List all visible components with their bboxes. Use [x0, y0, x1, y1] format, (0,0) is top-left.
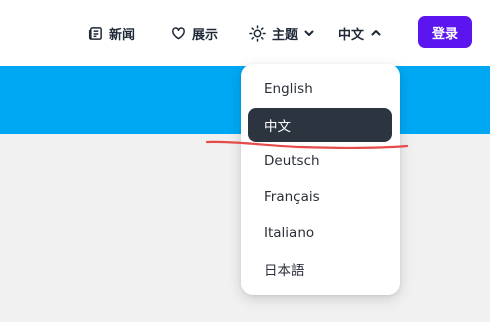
- login-button[interactable]: 登录: [418, 16, 472, 48]
- language-option-italian[interactable]: Italiano: [248, 216, 392, 250]
- language-option-german[interactable]: Deutsch: [248, 144, 392, 178]
- nav-showcase-label: 展示: [192, 27, 219, 43]
- nav-news-link[interactable]: 新闻: [88, 22, 135, 44]
- language-option-english[interactable]: English: [248, 72, 392, 106]
- chevron-up-icon: [370, 27, 382, 39]
- newspaper-icon: [88, 26, 103, 41]
- heart-icon: [171, 26, 186, 41]
- language-option-french[interactable]: Français: [248, 180, 392, 214]
- language-option-japanese[interactable]: 日本語: [248, 252, 392, 286]
- language-dropdown-toggle[interactable]: 中文: [338, 22, 382, 44]
- nav-news-label: 新闻: [109, 27, 136, 43]
- page: 新闻 展示 主题 中文 登录 English 中文 Deutsch França…: [0, 0, 490, 322]
- sun-icon: [249, 24, 266, 42]
- theme-dropdown-toggle[interactable]: 主题: [249, 22, 315, 44]
- nav-showcase-link[interactable]: 展示: [171, 22, 218, 44]
- theme-label: 主题: [272, 27, 299, 43]
- top-navigation-bar: 新闻 展示 主题 中文 登录: [0, 0, 490, 66]
- language-dropdown-menu: English 中文 Deutsch Français Italiano 日本語: [241, 64, 400, 295]
- language-option-chinese[interactable]: 中文: [248, 108, 392, 142]
- chevron-down-icon: [303, 27, 315, 39]
- language-label: 中文: [338, 27, 365, 43]
